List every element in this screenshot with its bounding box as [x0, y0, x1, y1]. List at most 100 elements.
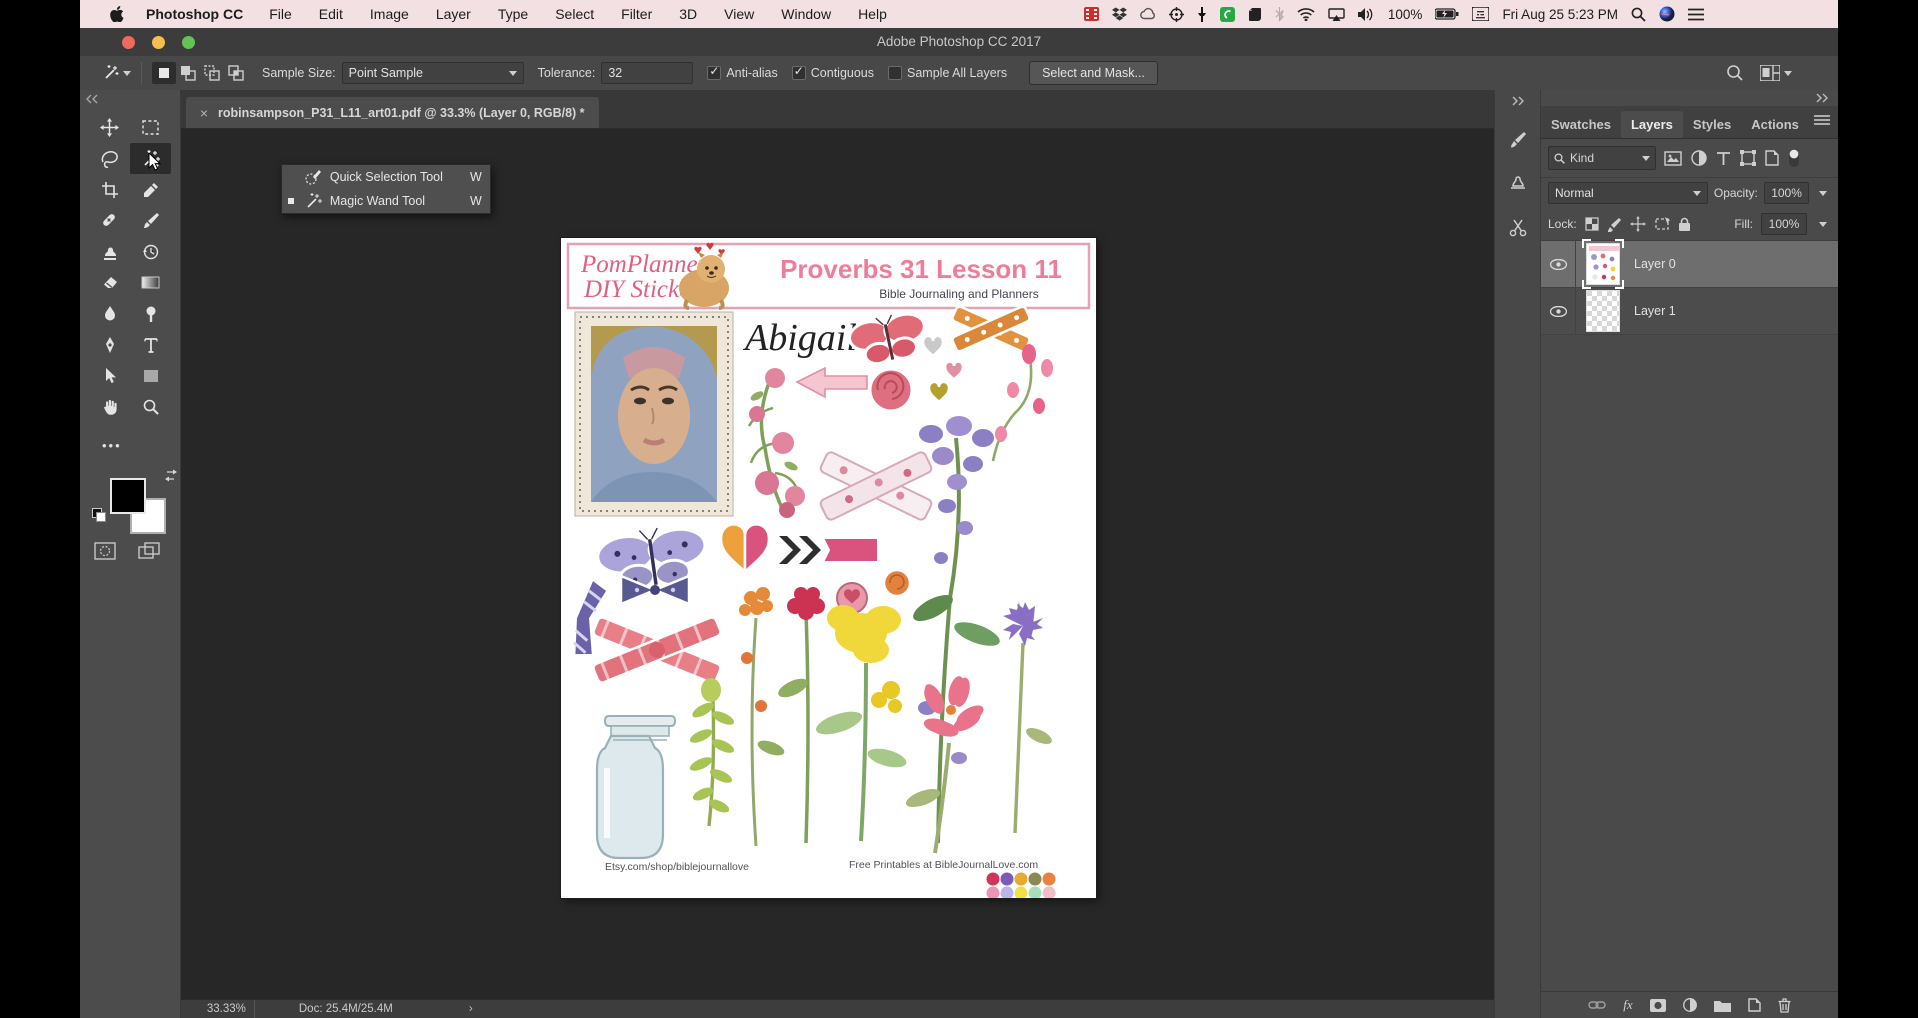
menu-layer[interactable]: Layer	[436, 6, 471, 22]
marquee-tool[interactable]	[130, 112, 171, 143]
menu-file[interactable]: File	[269, 6, 292, 22]
swap-colors-icon[interactable]	[164, 468, 178, 482]
notification-center-icon[interactable]	[1688, 8, 1704, 21]
tolerance-input[interactable]: 32	[601, 62, 693, 84]
pump-utility-icon[interactable]	[1197, 7, 1207, 22]
filter-type-layers-icon[interactable]	[1716, 151, 1731, 166]
eyedropper-tool[interactable]	[130, 174, 171, 205]
type-tool[interactable]	[130, 329, 171, 360]
workspace-switcher[interactable]	[1760, 65, 1792, 81]
status-options-arrow[interactable]: ›	[469, 1003, 473, 1015]
move-tool[interactable]	[89, 112, 130, 143]
pen-tool[interactable]	[89, 329, 130, 360]
link-layers-icon[interactable]	[1588, 1000, 1606, 1010]
battery-icon[interactable]	[1435, 8, 1459, 20]
dodge-tool[interactable]	[130, 298, 171, 329]
screenflow-icon[interactable]	[1084, 7, 1099, 21]
adjustment-layer-icon[interactable]	[1683, 998, 1697, 1012]
layer-0-visibility-toggle[interactable]	[1541, 241, 1576, 287]
screen-mode-icon[interactable]	[138, 542, 160, 560]
default-colors-icon[interactable]	[92, 508, 106, 520]
menu-window[interactable]: Window	[781, 6, 831, 22]
tab-layers[interactable]: Layers	[1621, 111, 1683, 138]
menubar-app-name[interactable]: Photoshop CC	[146, 6, 243, 22]
sample-size-dropdown[interactable]: Point Sample	[342, 62, 524, 84]
menu-help[interactable]: Help	[858, 6, 887, 22]
shape-tool[interactable]	[130, 360, 171, 391]
filter-adjustment-layers-icon[interactable]	[1691, 150, 1707, 166]
airplay-icon[interactable]	[1328, 8, 1345, 21]
menu-view[interactable]: View	[724, 6, 754, 22]
volume-icon[interactable]	[1358, 8, 1375, 21]
gradient-tool[interactable]	[130, 267, 171, 298]
wifi-icon[interactable]	[1297, 8, 1315, 21]
subtract-from-selection-button[interactable]	[200, 62, 224, 84]
sample-all-layers-checkbox-box[interactable]	[888, 66, 902, 80]
edit-toolbar-ellipsis[interactable]: •••	[102, 438, 122, 453]
lock-artboard-icon[interactable]	[1654, 217, 1670, 231]
delete-layer-icon[interactable]	[1778, 998, 1791, 1013]
clone-stamp-tool[interactable]	[89, 236, 130, 267]
sample-all-layers-checkbox[interactable]: Sample All Layers	[888, 66, 1007, 80]
new-layer-icon[interactable]	[1748, 998, 1761, 1012]
blur-tool[interactable]	[89, 298, 130, 329]
menu-edit[interactable]: Edit	[319, 6, 343, 22]
anti-alias-checkbox-box[interactable]	[707, 66, 721, 80]
collapse-dock-icon[interactable]	[1816, 93, 1828, 103]
keyboard-viewer-icon[interactable]	[1472, 7, 1489, 21]
menu-3d[interactable]: 3D	[679, 6, 697, 22]
blend-mode-dropdown[interactable]: Normal	[1548, 182, 1708, 204]
opacity-caret[interactable]	[1815, 183, 1831, 203]
layer-filter-toggle[interactable]	[1788, 148, 1800, 168]
menu-filter[interactable]: Filter	[621, 6, 652, 22]
search-icon[interactable]	[1726, 64, 1744, 82]
expand-panels-icon[interactable]	[1512, 96, 1524, 106]
layer-filter-kind-dropdown[interactable]: Kind	[1548, 146, 1656, 170]
select-and-mask-button[interactable]: Select and Mask...	[1029, 61, 1158, 85]
brush-tool[interactable]	[130, 205, 171, 236]
quick-mask-icon[interactable]	[94, 542, 116, 560]
siri-icon[interactable]	[1659, 6, 1675, 22]
new-group-icon[interactable]	[1714, 999, 1731, 1012]
layer-0-name[interactable]: Layer 0	[1634, 257, 1676, 271]
flyout-item-quick-selection[interactable]: Quick Selection Tool W	[282, 165, 490, 189]
clone-source-panel-icon[interactable]	[1508, 174, 1528, 194]
creative-cloud-icon[interactable]	[1140, 7, 1156, 21]
spotlight-icon[interactable]	[1631, 7, 1646, 22]
sticker-sheet-page[interactable]: PomPlanner DIY Stickers	[561, 238, 1096, 898]
dropbox-icon[interactable]	[1112, 7, 1127, 21]
layer-1-thumbnail[interactable]	[1586, 290, 1620, 332]
fill-value[interactable]: 100%	[1761, 213, 1807, 235]
new-selection-button[interactable]	[152, 62, 176, 84]
battery-percent[interactable]: 100%	[1388, 7, 1423, 22]
eraser-tool[interactable]	[89, 267, 130, 298]
menu-type[interactable]: Type	[498, 6, 528, 22]
filter-pixel-layers-icon[interactable]	[1664, 151, 1682, 166]
crop-tool[interactable]	[89, 174, 130, 205]
tab-styles[interactable]: Styles	[1683, 111, 1741, 138]
layer-style-icon[interactable]: fx	[1623, 997, 1632, 1013]
crosshair-icon[interactable]	[1169, 7, 1184, 22]
contiguous-checkbox-box[interactable]	[792, 66, 806, 80]
history-brush-tool[interactable]	[130, 236, 171, 267]
contiguous-checkbox[interactable]: Contiguous	[792, 66, 874, 80]
add-layer-mask-icon[interactable]	[1650, 999, 1666, 1012]
intersect-selection-button[interactable]	[224, 62, 248, 84]
lasso-tool[interactable]	[89, 143, 130, 174]
lock-position-icon[interactable]	[1630, 216, 1646, 232]
zoom-tool[interactable]	[130, 391, 171, 422]
panel-menu-icon[interactable]	[1814, 114, 1830, 126]
filter-smart-objects-icon[interactable]	[1765, 150, 1779, 166]
evernote-icon[interactable]	[1248, 7, 1262, 22]
collapse-tools-icon[interactable]	[86, 94, 98, 104]
layer-row-1[interactable]: Layer 1	[1541, 288, 1838, 335]
layer-0-thumbnail[interactable]	[1586, 243, 1620, 285]
layer-1-name[interactable]: Layer 1	[1634, 304, 1676, 318]
hand-tool[interactable]	[89, 391, 130, 422]
flyout-item-magic-wand[interactable]: Magic Wand Tool W	[282, 189, 490, 213]
tab-actions[interactable]: Actions	[1741, 111, 1809, 138]
lock-all-icon[interactable]	[1678, 217, 1691, 232]
brush-settings-panel-icon[interactable]	[1508, 130, 1528, 150]
scissors-panel-icon[interactable]	[1508, 218, 1528, 238]
magic-wand-tool[interactable]	[130, 143, 171, 174]
